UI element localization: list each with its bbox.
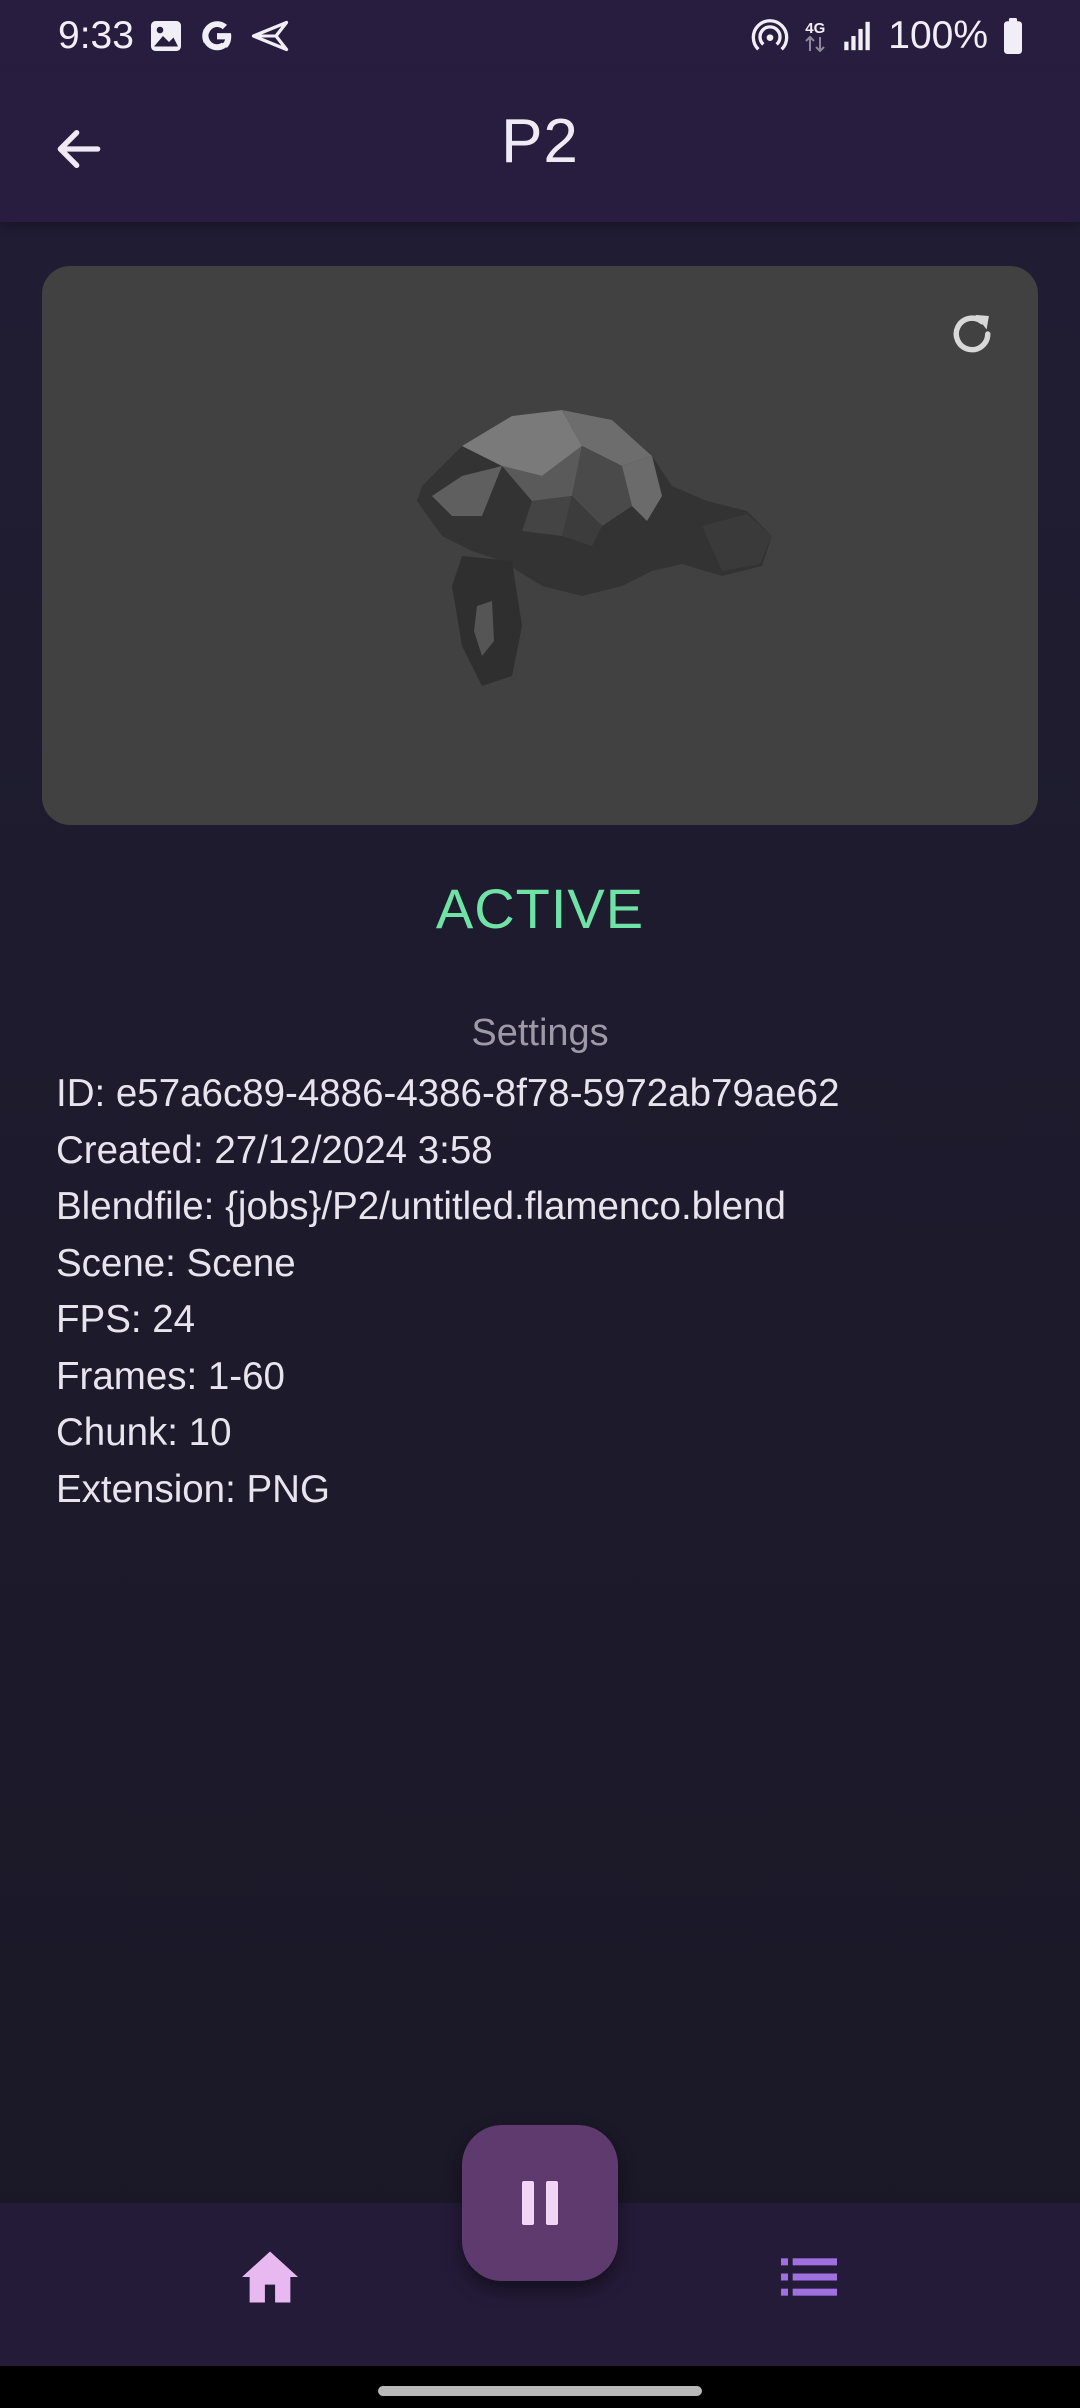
settings-title: Settings [471, 1012, 609, 1054]
refresh-button[interactable] [942, 304, 1002, 364]
network-label: 4G [805, 19, 826, 37]
pause-button[interactable] [462, 2125, 618, 2281]
status-time: 9:33 [58, 14, 134, 57]
setting-extension: Extension: PNG [56, 1467, 330, 1511]
list-icon [781, 2258, 837, 2296]
render-preview-card [42, 266, 1038, 825]
setting-frames: Frames: 1-60 [56, 1354, 285, 1398]
job-status: ACTIVE [435, 877, 645, 940]
setting-chunk: Chunk: 10 [56, 1411, 232, 1454]
render-preview-image [417, 410, 772, 686]
battery-percent: 100% [888, 14, 988, 57]
status-bar-left: 9:33 [58, 14, 290, 58]
status-bar-right: 4G 100% [750, 14, 1024, 58]
setting-blendfile: Blendfile: {jobs}/P2/untitled.flamenco.b… [56, 1185, 786, 1228]
battery-icon [1002, 18, 1024, 54]
page-title: P2 [501, 107, 579, 176]
signal-icon [840, 19, 874, 53]
send-icon [250, 18, 290, 54]
image-icon [148, 18, 184, 54]
network-4g-icon: 4G [804, 21, 826, 52]
nav-home-button[interactable] [239, 2249, 301, 2305]
app-bar: P2 [0, 72, 1080, 222]
settings-list: ID: e57a6c89-4886-4386-8f78-5972ab79ae62… [56, 1066, 1036, 1518]
setting-fps: FPS: 24 [56, 1298, 196, 1341]
refresh-icon [953, 314, 991, 353]
gesture-area [0, 2366, 1080, 2408]
gesture-handle[interactable] [378, 2386, 702, 2396]
home-icon [242, 2251, 298, 2303]
setting-id: ID: e57a6c89-4886-4386-8f78-5972ab79ae62 [56, 1072, 840, 1115]
setting-created: Created: 27/12/2024 3:58 [56, 1128, 493, 1172]
setting-scene: Scene: Scene [56, 1241, 296, 1285]
status-bar: 9:33 4G 100% [0, 0, 1080, 72]
hotspot-icon [750, 16, 790, 56]
google-icon [198, 17, 236, 55]
pause-icon [522, 2181, 558, 2225]
nav-list-button[interactable] [781, 2255, 837, 2299]
